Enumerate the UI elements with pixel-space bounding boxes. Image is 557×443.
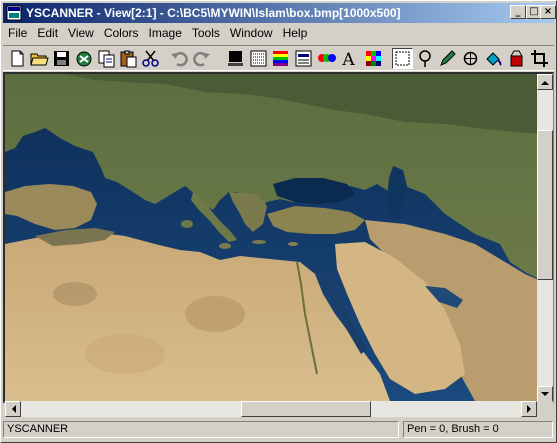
- grid-colors-button[interactable]: [363, 48, 384, 69]
- menu-tools[interactable]: Tools: [187, 26, 225, 40]
- scroll-corner: [537, 401, 553, 417]
- menu-view[interactable]: View: [63, 26, 99, 40]
- arrow-right-icon: [526, 405, 531, 413]
- cut-button[interactable]: [140, 48, 161, 69]
- svg-text:A: A: [341, 50, 355, 69]
- histogram-icon: [250, 50, 267, 67]
- arrow-up-icon: [541, 80, 549, 85]
- undo-icon: [171, 51, 188, 67]
- status-pen-brush: Pen = 0, Brush = 0: [403, 421, 553, 438]
- window-title: YSCANNER - View[2:1] - C:\BC5\MYWIN\Isla…: [26, 6, 401, 20]
- redo-button[interactable]: [191, 48, 212, 69]
- menu-image[interactable]: Image: [144, 26, 187, 40]
- crop-button[interactable]: [529, 48, 550, 69]
- new-file-icon: [11, 50, 24, 67]
- application-window: YSCANNER - View[2:1] - C:\BC5\MYWIN\Isla…: [0, 0, 557, 443]
- circle-icon: [463, 51, 478, 66]
- maximize-icon: □: [529, 6, 539, 17]
- circle-button[interactable]: [460, 48, 481, 69]
- vertical-scrollbar[interactable]: [537, 74, 553, 402]
- histogram-button[interactable]: [248, 48, 269, 69]
- redo-icon: [193, 51, 210, 67]
- text-icon: A: [341, 50, 355, 69]
- crop-icon: [531, 50, 548, 67]
- copy-button[interactable]: [96, 48, 117, 69]
- fill-bucket-button[interactable]: [483, 48, 504, 69]
- pencil-button[interactable]: [437, 48, 458, 69]
- save-button[interactable]: [51, 48, 72, 69]
- paint-can-icon: [510, 50, 523, 67]
- grid-colors-icon: [366, 51, 381, 66]
- fill-bucket-icon: [486, 52, 502, 66]
- filter-button[interactable]: [293, 48, 314, 69]
- text-button[interactable]: A: [338, 48, 359, 69]
- open-button[interactable]: [29, 48, 50, 69]
- horizontal-scroll-thumb[interactable]: [241, 401, 371, 417]
- scroll-left-button[interactable]: [5, 401, 21, 417]
- close-icon: ×: [543, 6, 553, 17]
- arrow-down-icon: [541, 391, 549, 396]
- scroll-down-button[interactable]: [537, 386, 553, 402]
- scroll-right-button[interactable]: [521, 401, 537, 417]
- minimize-icon: _: [515, 6, 521, 17]
- close-button[interactable]: ×: [540, 5, 556, 19]
- menu-bar: File Edit View Colors Image Tools Window…: [3, 23, 554, 43]
- image-canvas[interactable]: [3, 72, 554, 403]
- satellite-map-image[interactable]: [5, 74, 539, 401]
- menu-colors[interactable]: Colors: [99, 26, 144, 40]
- scroll-up-button[interactable]: [537, 74, 553, 90]
- display-icon: [228, 51, 243, 66]
- minimize-button[interactable]: _: [510, 5, 526, 19]
- vertical-scroll-thumb[interactable]: [537, 130, 553, 280]
- menu-file[interactable]: File: [3, 26, 32, 40]
- toolbar: A: [3, 45, 554, 71]
- title-bar[interactable]: YSCANNER - View[2:1] - C:\BC5\MYWIN\Isla…: [3, 3, 556, 23]
- lasso-icon: [419, 50, 431, 67]
- display-button[interactable]: [225, 48, 246, 69]
- undo-button[interactable]: [169, 48, 190, 69]
- app-icon[interactable]: [6, 5, 22, 21]
- arrow-left-icon: [11, 405, 16, 413]
- filter-icon: [295, 50, 312, 67]
- open-folder-icon: [30, 53, 49, 66]
- scan-icon: [76, 51, 92, 67]
- menu-edit[interactable]: Edit: [32, 26, 63, 40]
- scan-button[interactable]: [74, 48, 95, 69]
- status-app-label: YSCANNER: [3, 421, 399, 438]
- menu-window[interactable]: Window: [225, 26, 278, 40]
- paste-icon: [120, 50, 137, 68]
- status-bar: YSCANNER Pen = 0, Brush = 0: [3, 420, 554, 440]
- save-disk-icon: [54, 51, 69, 66]
- pencil-icon: [440, 50, 456, 66]
- cut-icon: [142, 50, 159, 67]
- select-rect-button[interactable]: [392, 48, 413, 69]
- copy-icon: [98, 50, 115, 68]
- paste-button[interactable]: [118, 48, 139, 69]
- rgb-button[interactable]: [316, 48, 337, 69]
- menu-help[interactable]: Help: [278, 26, 313, 40]
- paint-can-button[interactable]: [506, 48, 527, 69]
- select-rect-icon: [395, 51, 410, 66]
- palette-bars-button[interactable]: [270, 48, 291, 69]
- horizontal-scrollbar[interactable]: [5, 401, 537, 417]
- rgb-icon: [318, 54, 336, 62]
- lasso-button[interactable]: [415, 48, 436, 69]
- new-file-button[interactable]: [7, 48, 28, 69]
- palette-bars-icon: [273, 51, 288, 66]
